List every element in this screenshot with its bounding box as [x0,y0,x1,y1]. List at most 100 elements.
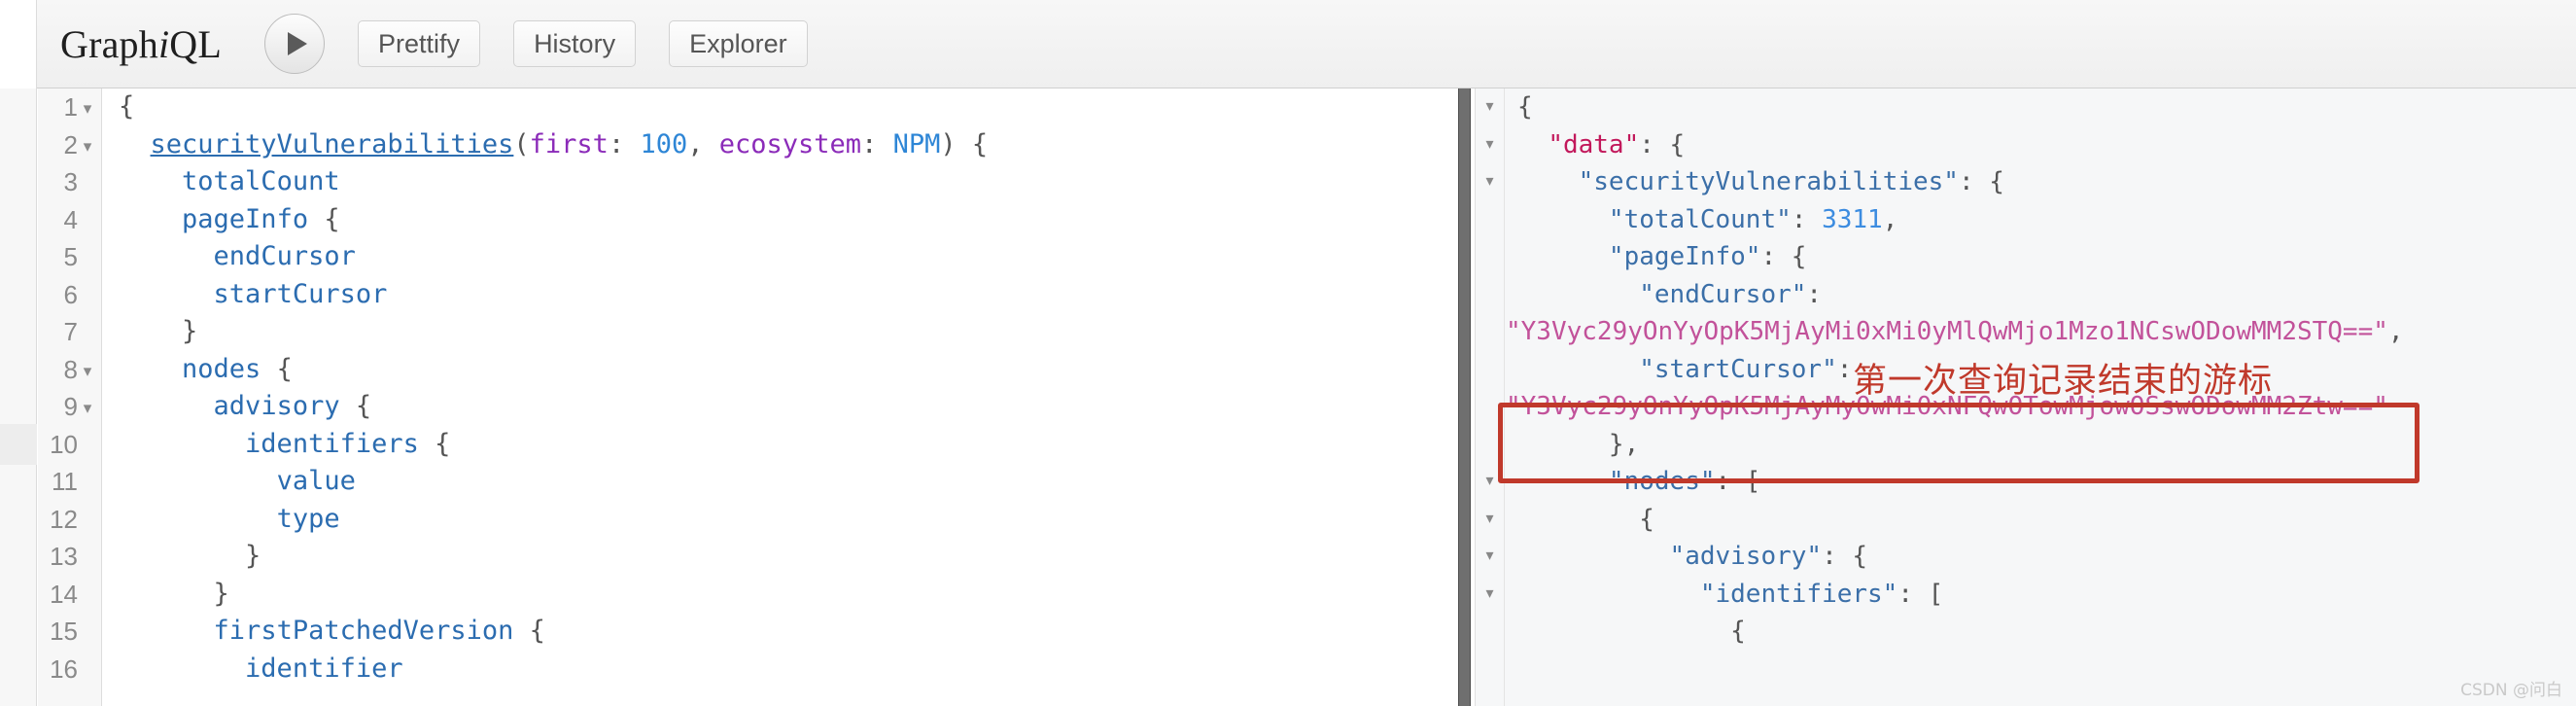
json-token: "data" [1548,129,1640,159]
result-fold-arrow-icon[interactable]: ▾ [1476,501,1504,539]
editor-code-line[interactable]: } [103,538,1452,576]
json-token: : { [1760,242,1807,271]
code-token: startCursor [213,278,388,309]
code-token: value [276,466,356,496]
line-number-text: 7 [63,317,78,346]
editor-code-line[interactable]: firstPatchedVersion { [103,613,1452,651]
result-code-line: "pageInfo": { [1506,238,2576,276]
editor-line-number[interactable]: 5▾ [38,238,101,276]
history-button[interactable]: History [513,20,637,67]
result-fold-gutter[interactable]: ▾▾▾▾▾▾▾▾▾▾▾▾▾▾▾ [1476,88,1505,706]
editor-code-line[interactable]: nodes { [103,351,1452,389]
editor-code-line[interactable]: identifiers { [103,426,1452,464]
json-token: "pageInfo" [1608,242,1761,271]
editor-line-number[interactable]: 15▾ [38,613,101,651]
fold-arrow-icon[interactable]: ▾ [80,390,95,428]
graphiql-logo: GraphiQL [60,21,222,67]
toolbar-left-strip [0,0,37,88]
editor-line-number[interactable]: 6▾ [38,276,101,314]
code-token: ) { [940,128,989,159]
json-token: : [1791,204,1823,234]
line-number-text: 14 [50,579,78,609]
fold-arrow-icon[interactable]: ▾ [80,353,95,391]
editor-line-number[interactable]: 8 ▾ [38,351,101,389]
editor-line-number[interactable]: 1 ▾ [38,88,101,126]
execute-query-button[interactable] [264,14,326,74]
code-token: } [119,541,261,571]
result-code-line: "Y3Vyc29yOnYyOpK5MjAyMi0xMi0yMlQwMjo1Mzo… [1506,313,2576,351]
result-fold-arrow-icon[interactable]: ▾ [1476,88,1504,126]
code-token: { [513,616,545,646]
code-token: } [119,316,198,346]
query-editor[interactable]: 1▾2▾3▾4▾5▾6▾7▾8▾9▾10▾11▾12▾13▾14▾15▾16▾ … [38,88,1452,706]
code-token: { [418,428,451,459]
editor-line-number[interactable]: 13▾ [38,538,101,576]
editor-line-number[interactable]: 11▾ [38,463,101,501]
editor-line-number[interactable]: 16▾ [38,651,101,688]
fold-arrow-icon[interactable]: ▾ [80,128,95,166]
code-token: { [261,353,293,384]
annotation-label: 第一次查询记录结束的游标 [1853,362,2274,401]
json-token: : { [1639,129,1686,159]
editor-line-number[interactable]: 14▾ [38,576,101,614]
result-fold-arrow-icon[interactable]: ▾ [1476,576,1504,614]
line-number-text: 9 [63,392,78,421]
editor-code-line[interactable]: securityVulnerabilities(first: 100, ecos… [103,126,1452,164]
editor-line-number[interactable]: 4▾ [38,201,101,239]
code-token: nodes [182,353,261,384]
editor-line-number-gutter[interactable]: 1▾2▾3▾4▾5▾6▾7▾8▾9▾10▾11▾12▾13▾14▾15▾16▾ [38,88,102,706]
result-code-line: "identifiers": [ [1506,576,2576,614]
pane-resizer[interactable] [1452,88,1475,706]
editor-code-area[interactable]: { securityVulnerabilities(first: 100, ec… [103,88,1452,706]
watermark: CSDN @问白 [2460,681,2562,700]
result-code-line: }, [1506,426,2576,464]
code-token: : [861,128,893,159]
code-token: endCursor [213,241,356,271]
editor-line-number[interactable]: 10▾ [38,426,101,464]
pane-resizer-bar[interactable] [1458,88,1471,706]
editor-code-line[interactable]: endCursor [103,238,1452,276]
logo-text-part1: Graph [60,21,158,66]
editor-code-line[interactable]: } [103,313,1452,351]
editor-code-line[interactable]: value [103,463,1452,501]
editor-code-line[interactable]: { [103,88,1452,126]
json-token: : { [1958,167,2004,196]
editor-code-line[interactable]: advisory { [103,388,1452,426]
editor-line-number[interactable]: 12▾ [38,501,101,539]
result-code-line: "data": { [1506,126,2576,164]
code-token: ( [513,128,530,159]
result-fold-arrow-icon[interactable]: ▾ [1476,126,1504,164]
explorer-button[interactable]: Explorer [669,20,808,67]
editor-code-line[interactable]: pageInfo { [103,201,1452,239]
editor-code-line[interactable]: totalCount [103,163,1452,201]
code-token: pageInfo [182,203,309,234]
result-fold-arrow-icon[interactable]: ▾ [1476,538,1504,576]
result-code-line: "securityVulnerabilities": { [1506,163,2576,201]
result-fold-arrow-icon[interactable]: ▾ [1476,163,1504,201]
line-number-text: 3 [63,167,78,196]
fold-arrow-icon[interactable]: ▾ [80,90,95,128]
result-code-line: "totalCount": 3311, [1506,201,2576,239]
result-fold-arrow-icon[interactable]: ▾ [1476,463,1504,501]
editor-line-number[interactable]: 2 ▾ [38,126,101,164]
result-code-line: "nodes": [ [1506,463,2576,501]
editor-line-number[interactable]: 9 ▾ [38,388,101,426]
play-icon [288,32,308,55]
line-number-text: 13 [50,542,78,571]
editor-code-line[interactable]: identifier [103,651,1452,688]
editor-line-number[interactable]: 3▾ [38,163,101,201]
prettify-button[interactable]: Prettify [358,20,481,67]
editor-line-number[interactable]: 7▾ [38,313,101,351]
editor-code-line[interactable]: } [103,576,1452,614]
editor-code-line[interactable]: type [103,501,1452,539]
json-token: "nodes" [1608,467,1716,496]
editor-code-line[interactable]: startCursor [103,276,1452,314]
